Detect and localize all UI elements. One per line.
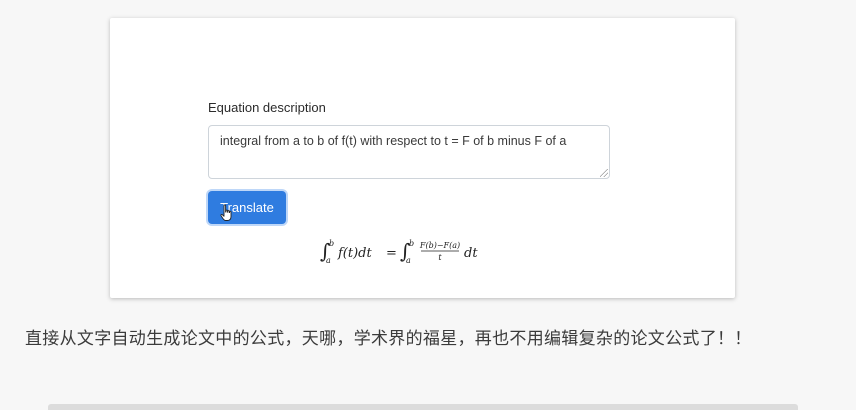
- equation-description-textarea[interactable]: integral from a to b of f(t) with respec…: [208, 125, 610, 179]
- lower-limit-lhs: a: [326, 256, 331, 265]
- screenshot-card: Equation description integral from a to …: [110, 18, 735, 298]
- resize-handle-icon[interactable]: [600, 169, 608, 177]
- equation-description-label: Equation description: [208, 100, 326, 115]
- equals-sign: =: [386, 246, 397, 261]
- rendered-formula: ∫ b a f(t)dt = ∫ b a F(b)−F(a) t dt: [320, 239, 478, 265]
- rhs-tail: dt: [464, 246, 478, 261]
- fraction-numerator: F(b)−F(a): [419, 241, 460, 250]
- upper-limit-lhs: b: [329, 239, 334, 248]
- upper-limit-rhs: b: [409, 239, 414, 248]
- fraction-denominator: t: [438, 253, 442, 262]
- hand-cursor-icon: [220, 204, 232, 221]
- caption-text: 直接从文字自动生成论文中的公式，天哪，学术界的福星，再也不用编辑复杂的论文公式了…: [25, 329, 752, 349]
- textarea-value: integral from a to b of f(t) with respec…: [220, 134, 567, 148]
- lhs-body: f(t)dt: [337, 246, 373, 261]
- lower-limit-rhs: a: [406, 256, 411, 265]
- next-card-edge: [48, 404, 798, 410]
